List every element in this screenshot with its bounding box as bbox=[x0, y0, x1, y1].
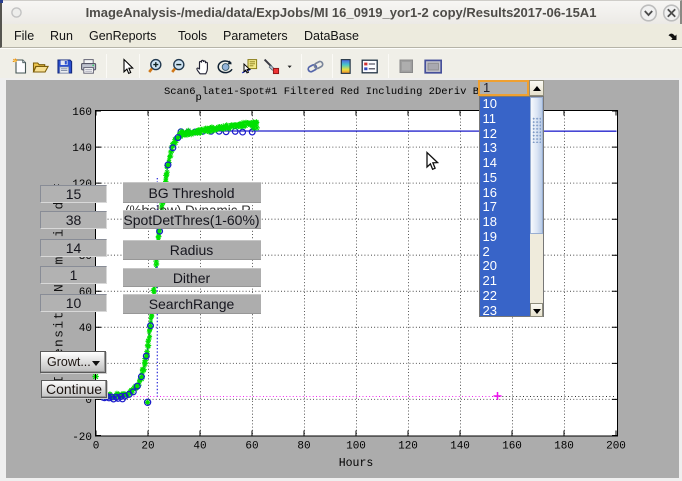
svg-text:0: 0 bbox=[93, 441, 100, 453]
svg-text:40: 40 bbox=[79, 323, 92, 335]
svg-text:40: 40 bbox=[193, 441, 206, 453]
svg-text:160: 160 bbox=[72, 107, 92, 119]
svg-text:140: 140 bbox=[72, 143, 92, 155]
svg-text:80: 80 bbox=[297, 441, 310, 453]
svg-text:Hours: Hours bbox=[339, 457, 374, 470]
svg-text:160: 160 bbox=[502, 441, 522, 453]
svg-text:120: 120 bbox=[398, 441, 418, 453]
svg-text:180: 180 bbox=[554, 441, 574, 453]
svg-text:140: 140 bbox=[450, 441, 470, 453]
svg-text:100: 100 bbox=[346, 441, 366, 453]
svg-text:200: 200 bbox=[606, 441, 626, 453]
svg-text:20: 20 bbox=[141, 441, 154, 453]
svg-text:-20: -20 bbox=[72, 432, 92, 444]
svg-text:60: 60 bbox=[245, 441, 258, 453]
